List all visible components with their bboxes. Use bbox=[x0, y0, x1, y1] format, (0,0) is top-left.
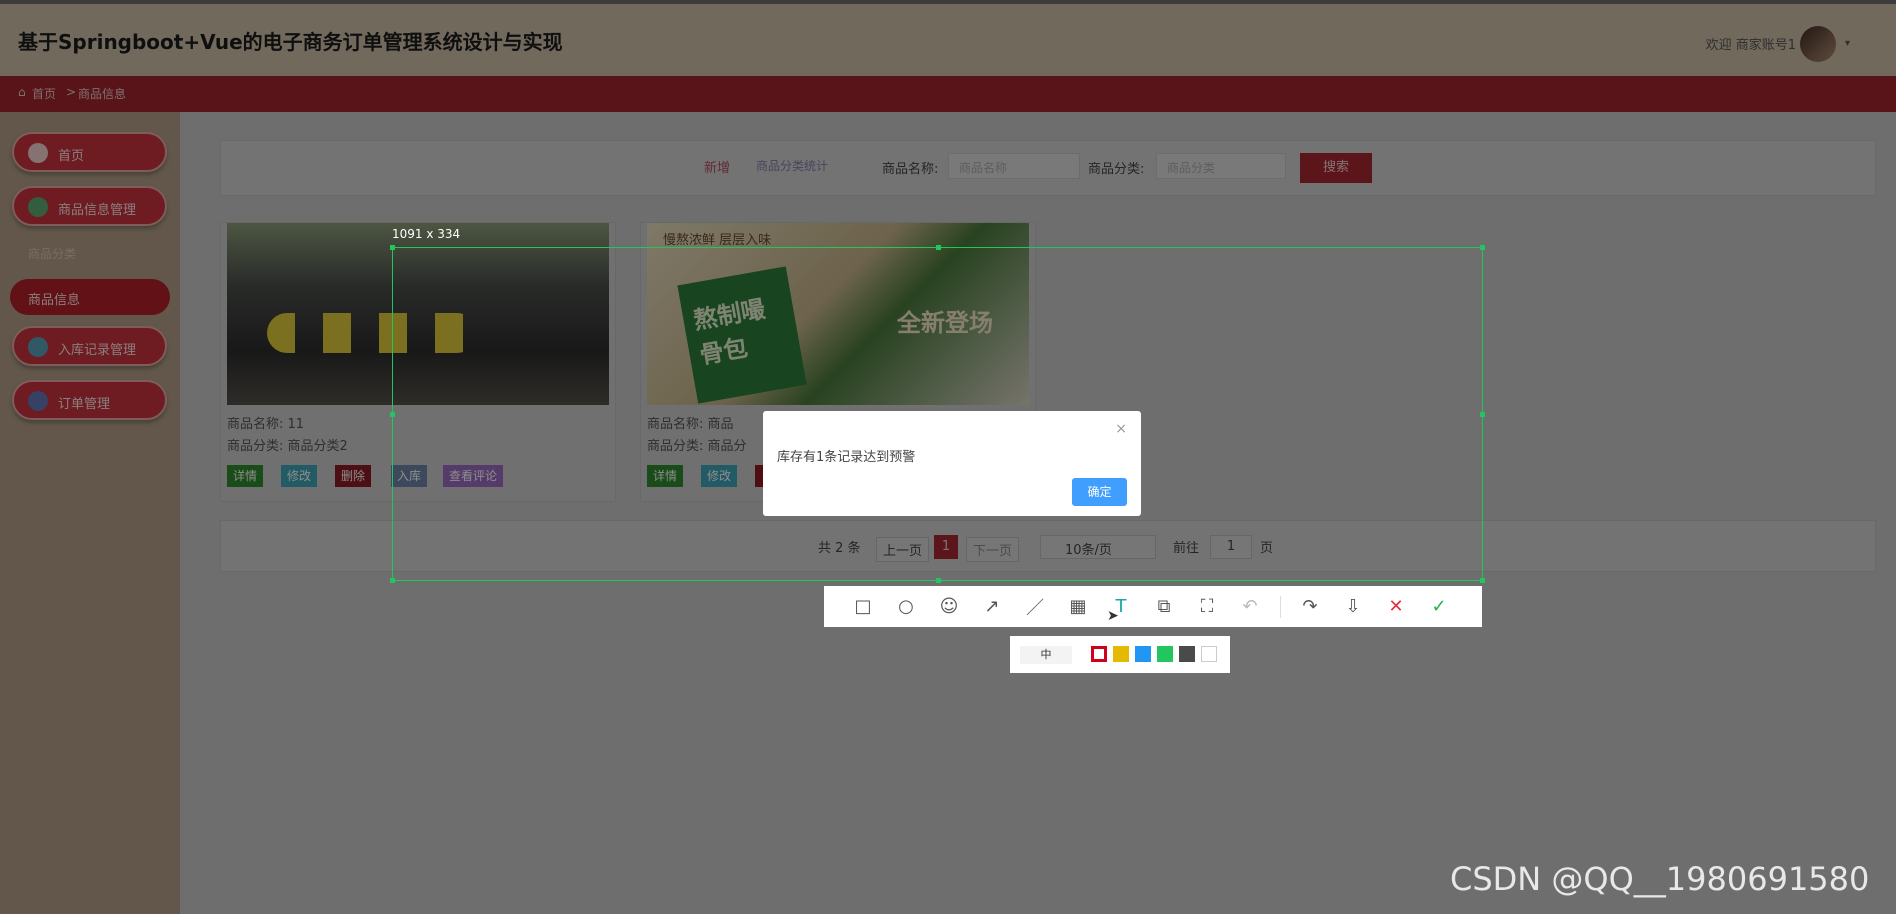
color-swatch-blue[interactable] bbox=[1135, 646, 1151, 662]
confirm-icon[interactable]: ✓ bbox=[1424, 586, 1454, 627]
emoji-icon[interactable]: ☺ bbox=[934, 586, 964, 627]
ok-button[interactable]: 确定 bbox=[1072, 478, 1127, 506]
color-swatch-gray[interactable] bbox=[1179, 646, 1195, 662]
resize-handle[interactable] bbox=[390, 412, 395, 417]
close-icon[interactable]: ✕ bbox=[1381, 586, 1411, 627]
color-swatch-red[interactable] bbox=[1091, 646, 1107, 662]
resize-handle[interactable] bbox=[1480, 245, 1485, 250]
dialog-message: 库存有1条记录达到预警 bbox=[777, 450, 916, 465]
color-swatch-white[interactable] bbox=[1201, 646, 1217, 662]
line-icon[interactable]: ／ bbox=[1020, 586, 1050, 627]
rectangle-icon[interactable]: □ bbox=[848, 586, 878, 627]
download-icon[interactable]: ⇩ bbox=[1338, 586, 1368, 627]
resize-handle[interactable] bbox=[390, 245, 395, 250]
close-icon[interactable]: × bbox=[1115, 421, 1127, 437]
color-palette: 中 bbox=[1010, 636, 1230, 673]
copy-icon[interactable]: ⧉ bbox=[1149, 586, 1179, 627]
resize-handle[interactable] bbox=[936, 245, 941, 250]
color-swatch-yellow[interactable] bbox=[1113, 646, 1129, 662]
circle-icon[interactable]: ○ bbox=[891, 586, 921, 627]
share-icon[interactable]: ↷ bbox=[1295, 586, 1325, 627]
resize-handle[interactable] bbox=[390, 578, 395, 583]
resize-handle[interactable] bbox=[1480, 412, 1485, 417]
selection-size-label: 1091 x 334 bbox=[392, 227, 461, 241]
warning-dialog: × 库存有1条记录达到预警 确定 bbox=[763, 411, 1141, 516]
mosaic-icon[interactable]: ▦ bbox=[1063, 586, 1093, 627]
resize-handle[interactable] bbox=[1480, 578, 1485, 583]
toolbar-divider bbox=[1280, 596, 1281, 618]
arrow-icon[interactable]: ↗ bbox=[977, 586, 1007, 627]
mouse-cursor-icon: ➤ bbox=[1107, 608, 1119, 624]
resize-handle[interactable] bbox=[936, 578, 941, 583]
ocr-icon[interactable]: ⛶ bbox=[1192, 586, 1222, 627]
font-size-select[interactable]: 中 bbox=[1020, 646, 1072, 664]
color-swatch-green[interactable] bbox=[1157, 646, 1173, 662]
watermark: CSDN @QQ__1980691580 bbox=[1450, 860, 1870, 898]
screenshot-toolbar: □ ○ ☺ ↗ ／ ▦ T ⧉ ⛶ ↶ ↷ ⇩ ✕ ✓ bbox=[824, 586, 1482, 627]
undo-icon[interactable]: ↶ bbox=[1235, 586, 1265, 627]
